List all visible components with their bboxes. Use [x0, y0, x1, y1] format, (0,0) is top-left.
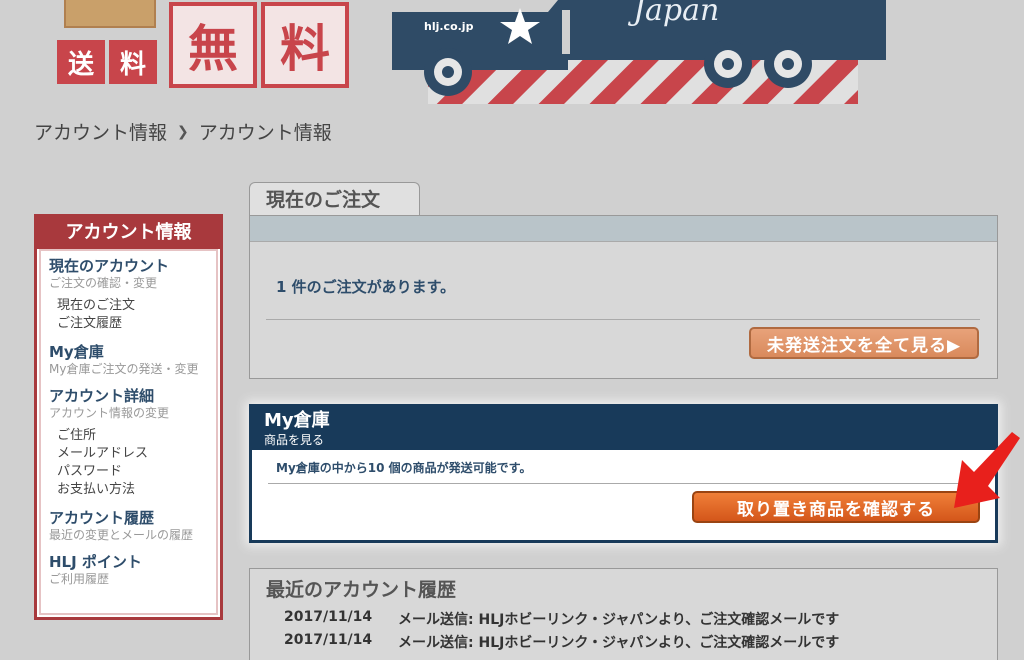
truck-domain-text: hlj.co.jp	[424, 20, 474, 33]
sidebar-link-current-orders[interactable]: 現在のご注文	[49, 297, 208, 315]
red-arrow-icon	[954, 432, 1020, 508]
account-history-title: 最近のアカウント履歴	[266, 579, 457, 601]
current-orders-panel: 1 件のご注文があります。 未発送注文を全て見る▶	[249, 215, 998, 379]
box-illustration	[64, 0, 156, 28]
breadcrumb-item-current: アカウント情報	[198, 122, 332, 144]
view-items-link[interactable]: 商品を見る	[264, 433, 995, 447]
check-reserved-items-button[interactable]: 取り置き商品を確認する	[692, 491, 980, 523]
account-history-panel: 最近のアカウント履歴 2017/11/14 メール送信: HLJホビーリンク・ジ…	[249, 568, 998, 660]
chevron-right-icon: ❯	[177, 123, 189, 140]
sidebar-subtitle: My倉庫ご注文の発送・変更	[49, 362, 199, 376]
breadcrumb: アカウント情報 ❯ アカウント情報	[34, 118, 332, 145]
view-unshipped-orders-button[interactable]: 未発送注文を全て見る▶	[749, 327, 979, 359]
sidebar-subtitle: アカウント情報の変更	[49, 406, 170, 420]
sidebar-link-password[interactable]: パスワード	[49, 463, 208, 481]
sidebar-item-account-details[interactable]: アカウント詳細	[49, 387, 208, 406]
history-text[interactable]: メール送信: HLJホビーリンク・ジャパンより、ご注文確認メールです	[398, 609, 839, 632]
my-warehouse-header: My倉庫 商品を見る	[252, 407, 995, 450]
sidebar-subtitle: 最近の変更とメールの履歴	[49, 528, 194, 542]
sidebar-subtitle: ご注文の確認・変更	[49, 276, 158, 290]
table-row: 2017/11/14 メール送信: HLJホビーリンク・ジャパンより、ご注文確認…	[250, 609, 997, 632]
history-text[interactable]: メール送信: HLJホビーリンク・ジャパンより、ご注文確認メールです	[398, 632, 839, 655]
sidebar-item-my-warehouse[interactable]: My倉庫	[49, 343, 208, 362]
divider	[268, 483, 980, 484]
sidebar-link-payment[interactable]: お支払い方法	[49, 481, 208, 499]
my-warehouse-panel: My倉庫 商品を見る My倉庫の中から10 個の商品が発送可能です。 取り置き商…	[249, 404, 998, 543]
account-sidebar: アカウント情報 現在のアカウント ご注文の確認・変更 現在のご注文 ご注文履歴 …	[34, 214, 223, 620]
sidebar-item-hlj-points[interactable]: HLJ ポイント	[49, 553, 208, 572]
table-row: 2017/11/14 メール送信: HLJホビーリンク・ジャパンより、ご注文確認…	[250, 632, 997, 655]
breadcrumb-item-account[interactable]: アカウント情報	[34, 118, 167, 145]
stamp-char-1: 送	[57, 40, 105, 84]
sidebar-title: アカウント情報	[37, 217, 220, 249]
tab-current-orders[interactable]: 現在のご注文	[249, 182, 420, 216]
stamp-char-4: 料	[261, 2, 349, 88]
history-date: 2017/11/14	[284, 609, 373, 625]
sidebar-link-order-history[interactable]: ご注文履歴	[49, 315, 208, 333]
my-warehouse-title[interactable]: My倉庫	[264, 407, 995, 433]
stamp-char-3: 無	[169, 2, 257, 88]
sidebar-subtitle: ご利用履歴	[49, 572, 110, 586]
sidebar-menu: 現在のアカウント ご注文の確認・変更 現在のご注文 ご注文履歴 My倉庫 My倉…	[39, 249, 218, 615]
sidebar-link-email[interactable]: メールアドレス	[49, 445, 208, 463]
sidebar-link-address[interactable]: ご住所	[49, 427, 208, 445]
order-count-text: 1 件のご注文があります。	[276, 278, 456, 296]
warehouse-items-text: My倉庫の中から10 個の商品が発送可能です。	[276, 461, 532, 475]
header-banner: 送 料 無 料 hlj.co.jp Japan	[0, 0, 1024, 110]
divider	[266, 319, 980, 320]
sidebar-item-account-history[interactable]: アカウント履歴	[49, 509, 208, 528]
history-date: 2017/11/14	[284, 632, 373, 648]
truck-script-text: Japan	[627, 0, 719, 28]
stamp-char-2: 料	[109, 40, 157, 84]
sidebar-item-current-account[interactable]: 現在のアカウント	[49, 257, 208, 276]
truck-illustration: hlj.co.jp Japan	[392, 0, 886, 104]
